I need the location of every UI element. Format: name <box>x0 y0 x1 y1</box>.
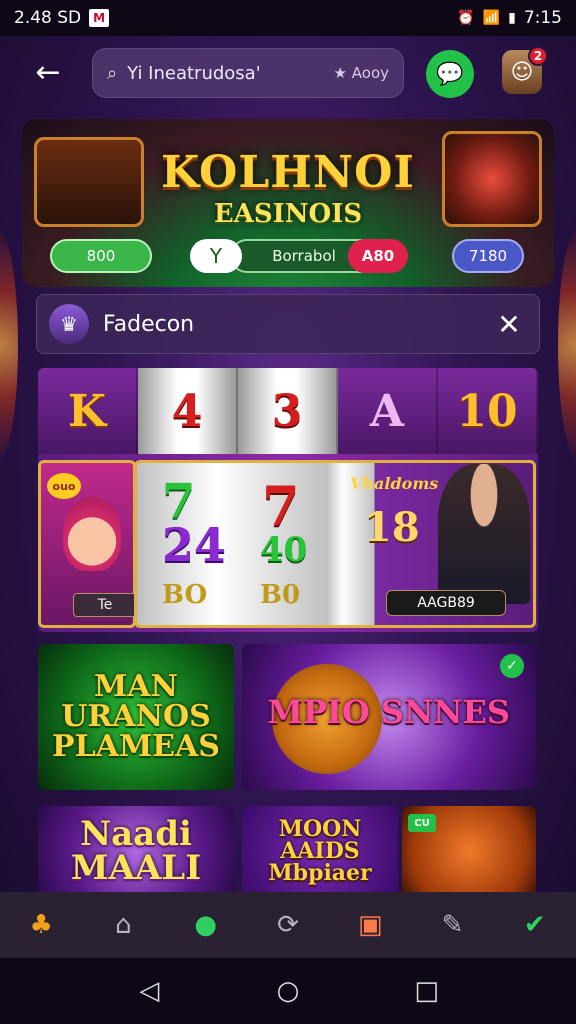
reel-symbol: 40 <box>260 530 308 570</box>
banner-pill-red[interactable]: A80 <box>348 239 408 273</box>
game-tile-title: MPIO SNNES <box>267 693 510 731</box>
banner-pill-white[interactable]: Y <box>190 239 242 273</box>
avatar[interactable]: ☺ 2 <box>502 46 548 94</box>
notification-badge: 2 <box>528 46 548 66</box>
nav-verified[interactable]: ✔ <box>505 895 565 955</box>
game-tile-badge: CU <box>408 814 436 832</box>
game-tile-title: MOON AAIDS Mbpiaer <box>268 816 372 886</box>
game-tile[interactable]: MOON AAIDS Mbpiaer <box>242 806 398 896</box>
character-suit-man <box>438 464 530 604</box>
status-bar-left: 2.48 SD M <box>14 8 110 28</box>
slot-symbol: A <box>338 368 438 454</box>
banner-pill-green[interactable]: 800 <box>50 239 152 273</box>
battery-icon: ▮ <box>508 10 516 26</box>
popup-title: Fadecon <box>103 311 195 337</box>
reel-label: Vhaldoms <box>350 474 439 493</box>
square-recents-icon: □ <box>414 976 439 1006</box>
promo-banner[interactable]: KOLHNOI EASINOIS 800 Borrabol Y A80 7180 <box>22 119 554 287</box>
wifi-icon: 📶 <box>482 10 501 26</box>
nav-edit[interactable]: ✎ <box>423 895 483 955</box>
game-tile[interactable]: Naadi MAALI <box>38 806 234 896</box>
reel-value-pill: AAGB89 <box>386 590 506 616</box>
nav-location[interactable]: ● <box>176 895 236 955</box>
game-tile[interactable]: CU <box>402 806 536 896</box>
character-portrait <box>63 497 121 571</box>
nav-club[interactable]: ♣ <box>11 895 71 955</box>
avatar-icon: ☺ <box>510 59 534 85</box>
system-home-button[interactable]: ○ <box>263 966 313 1016</box>
nav-history[interactable]: ⟳ <box>258 895 318 955</box>
search-input[interactable]: ⌕ Yi Ineatrudosa' ★ Aooy <box>92 48 404 98</box>
system-nav: ◁ ○ □ <box>0 958 576 1024</box>
character-label: Te <box>73 593 137 617</box>
home-icon: ⌂ <box>115 910 132 940</box>
status-bar: 2.48 SD M ⏰ 📶 ▮ 7:15 <box>0 0 576 36</box>
pin-icon: ● <box>194 910 218 940</box>
left-decor-light <box>0 230 18 460</box>
triangle-back-icon: ◁ <box>139 976 160 1006</box>
arrow-left-icon: ← <box>35 55 61 90</box>
status-time: 2.48 SD <box>14 8 82 28</box>
nav-home[interactable]: ⌂ <box>93 895 153 955</box>
header: ← ⌕ Yi Ineatrudosa' ★ Aooy 💬 ☺ 2 <box>0 36 576 112</box>
slot-symbol: 3 <box>238 368 338 454</box>
banner-subtitle: EASINOIS <box>213 199 363 229</box>
reel-symbol: 7 <box>262 474 300 538</box>
reel-symbol: 18 <box>364 504 420 551</box>
edit-icon: ✎ <box>441 910 464 940</box>
alarm-icon: ⏰ <box>457 10 475 26</box>
chat-button[interactable]: 💬 <box>426 50 474 98</box>
search-text: Yi Ineatrudosa' <box>127 62 261 84</box>
search-filter[interactable]: ★ Aooy <box>334 64 389 82</box>
search-icon: ⌕ <box>107 62 118 84</box>
reel-symbol: B0 <box>260 580 301 610</box>
slot-machine-game[interactable]: K 4 3 A 10 ouo Te 7 24 BO 7 40 B0 Vhaldo… <box>38 368 538 632</box>
notification-popup[interactable]: ♛ Fadecon ✕ <box>36 294 540 354</box>
right-decor-light <box>558 230 576 460</box>
popup-avatar: ♛ <box>49 304 89 344</box>
game-tile[interactable]: MAN URANOS PLAMEAS <box>38 644 234 790</box>
circle-home-icon: ○ <box>276 976 300 1006</box>
back-button[interactable]: ← <box>28 54 68 94</box>
slot-symbol: 4 <box>138 368 238 454</box>
close-icon: ✕ <box>497 307 521 341</box>
character-card-left: ouo Te <box>38 460 137 628</box>
app-root: 2.48 SD M ⏰ 📶 ▮ 7:15 ← ⌕ Yi Ineatrudosa'… <box>0 0 576 1024</box>
app-notification-icon: M <box>89 9 110 27</box>
chat-icon: 💬 <box>436 61 464 87</box>
slot-symbol: 10 <box>438 368 538 454</box>
reel-symbol: BO <box>162 580 208 610</box>
status-right-time: 7:15 <box>523 8 562 28</box>
cards-icon: ▣ <box>357 910 383 940</box>
reel-symbol: 24 <box>162 518 227 572</box>
check-icon: ✓ <box>500 654 524 678</box>
status-bar-right: ⏰ 📶 ▮ 7:15 <box>457 8 562 28</box>
banner-title: KOLHNOI <box>160 147 416 198</box>
game-tile-title: Naadi MAALI <box>70 814 202 888</box>
banner-pill-blue[interactable]: 7180 <box>452 239 524 273</box>
slot-top-row: K 4 3 A 10 <box>38 368 538 454</box>
game-tile[interactable]: ✓ MPIO SNNES <box>242 644 536 790</box>
system-back-button[interactable]: ◁ <box>124 966 174 1016</box>
close-button[interactable]: ✕ <box>491 308 527 341</box>
bottom-nav: ♣ ⌂ ● ⟳ ▣ ✎ ✔ <box>0 892 576 958</box>
character-badge: ouo <box>47 473 81 499</box>
slot-symbol: K <box>38 368 138 454</box>
search-filter-label: Aooy <box>351 64 389 82</box>
game-tile-title: MAN URANOS PLAMEAS <box>52 669 220 764</box>
verified-icon: ✔ <box>523 910 546 940</box>
club-icon: ♣ <box>29 910 53 940</box>
nav-games[interactable]: ▣ <box>340 895 400 955</box>
system-recents-button[interactable]: □ <box>402 966 452 1016</box>
history-icon: ⟳ <box>277 910 299 940</box>
